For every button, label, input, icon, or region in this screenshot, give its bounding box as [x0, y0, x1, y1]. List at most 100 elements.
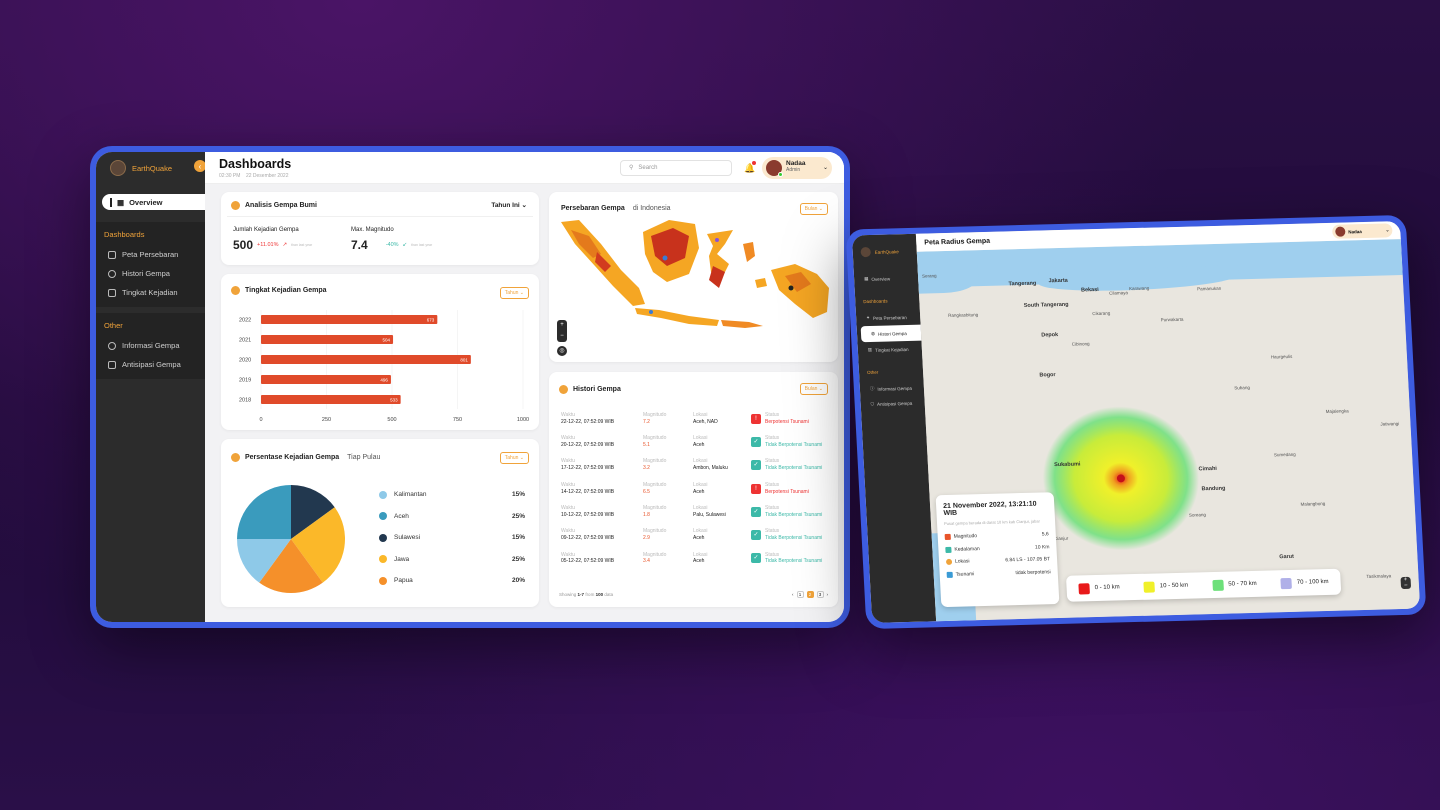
sidebar-item-informasi-gempa[interactable]: ⓘ Informasi Gempa: [859, 380, 924, 398]
status-text: Status Tidak Berpotensi Tsunami: [765, 528, 822, 542]
bar[interactable]: [261, 315, 438, 324]
zoom-in-button[interactable]: +: [557, 320, 567, 331]
table-row[interactable]: Waktu 20-12-22, 07:52:09 WIB Magnitudo 5.1 L…: [561, 430, 831, 453]
zoom-out-button[interactable]: −: [557, 331, 567, 342]
table-row[interactable]: Waktu 09-12-22, 07:52:09 WIB Magnitudo 2.9 L…: [561, 523, 831, 546]
bar[interactable]: [261, 375, 391, 384]
sidebar-item-overview[interactable]: ▦ Overview: [102, 194, 205, 210]
sidebar-item-histori-gempa[interactable]: Histori Gempa: [96, 264, 205, 283]
card-title-text: Persentase Kejadian Gempa: [245, 454, 340, 461]
info-icon: [108, 341, 116, 350]
sidebar: EarthQuake ‹ ▦ Overview Dashboards Peta …: [96, 152, 206, 622]
status-cell: ✓ Status Tidak Berpotensi Tsunami: [751, 528, 822, 542]
city-label: Garut: [1279, 553, 1295, 561]
bar[interactable]: [261, 335, 394, 344]
legend-swatch: [1143, 581, 1156, 593]
table-row[interactable]: Waktu 10-12-22, 07:52:09 WIB Magnitudo 1.8 L…: [561, 500, 831, 523]
sidebar-section-dashboards: Dashboards Peta Persebaran Histori Gempa…: [96, 222, 205, 307]
city-label: Cimahi: [1198, 465, 1218, 473]
legend-label: Sulawesi: [394, 534, 421, 542]
bar[interactable]: [261, 355, 471, 364]
page-button[interactable]: 3: [816, 591, 824, 598]
cell-label: Lokasi: [693, 411, 708, 418]
cell-label: Lokasi: [693, 528, 708, 535]
grid-icon: ▦: [117, 197, 125, 207]
history-card: Histori Gempa Bulan ⌄ Waktu 22-12-22, 07:…: [549, 372, 838, 607]
alert-icon: !: [751, 413, 761, 424]
status-value: Berpotensi Tsunami: [765, 418, 809, 425]
sidebar-item-antisipasi-gempa[interactable]: ⛉ Antisipasi Gempa: [860, 396, 925, 413]
pagination: ‹ 1 2 3 ›: [792, 591, 828, 598]
cell-value: 05-12-22, 07:52:09 WIB: [561, 558, 615, 565]
history-icon: [559, 385, 568, 394]
status-cell: ✓ Status Tidak Berpotensi Tsunami: [751, 435, 822, 449]
sidebar-item-peta-persebaran[interactable]: ✦ Peta Persebaran: [856, 309, 921, 327]
table-row[interactable]: Waktu 17-12-22, 07:52:09 WIB Magnitudo 3.2 L…: [561, 454, 831, 477]
cell-label: Status: [765, 528, 780, 535]
app-logo[interactable]: EarthQuake: [852, 234, 918, 266]
year-filter-dropdown[interactable]: Tahun ⌄: [499, 452, 529, 464]
cell-label: Lokasi: [693, 435, 708, 442]
pie-slice[interactable]: [237, 485, 291, 539]
bar-value-label: 496: [380, 377, 388, 382]
info-description: Pusat gempa berada di darat 10 km kab Ci…: [943, 518, 1041, 527]
sidebar-item-informasi-gempa[interactable]: Informasi Gempa: [96, 336, 205, 355]
zoom-out-button[interactable]: −: [1401, 583, 1411, 589]
analysis-card: Analisis Gempa Bumi Tahun Ini ⌄ Jumlah K…: [221, 192, 539, 265]
period-select[interactable]: Tahun Ini ⌄: [491, 201, 527, 209]
cell-label: Lokasi: [693, 458, 708, 465]
bar-chart-icon: [108, 288, 116, 297]
city-label: Majalengka: [1325, 408, 1349, 415]
user-menu[interactable]: Nadaa ⌄: [1331, 223, 1393, 239]
sidebar-item-label: Tingkat Kejadian: [122, 288, 178, 297]
city-label: Sukabumi: [1053, 461, 1081, 469]
info-value: 5,6: [1041, 531, 1049, 538]
cell-label: Status: [765, 505, 780, 512]
sidebar-item-histori-gempa[interactable]: ◍ Histori Gempa: [860, 324, 922, 343]
city-label: Sumedang: [1273, 451, 1296, 458]
cell-label: Magnitudo: [643, 458, 667, 465]
x-tick-label: 1000: [517, 417, 529, 423]
stat-label: Jumlah Kejadian Gempa: [233, 227, 299, 233]
active-indicator: [110, 197, 112, 207]
sidebar-item-tingkat-kejadian[interactable]: Tingkat Kejadian: [96, 283, 205, 302]
magnitude-cell: Magnitudo 1.8: [643, 505, 693, 519]
table-row[interactable]: Waktu 22-12-22, 07:52:09 WIB Magnitudo 7.2 L…: [561, 407, 831, 430]
sidebar-item-peta-persebaran[interactable]: Peta Persebaran: [96, 245, 205, 264]
city-label: Tangerang: [1008, 280, 1037, 288]
notification-bell-icon[interactable]: 🔔: [744, 160, 756, 173]
user-menu[interactable]: Nadaa Admin ⌄: [762, 156, 832, 179]
chevron-right-icon[interactable]: ›: [827, 592, 829, 597]
sidebar-item-label: Antisipasi Gempa: [876, 400, 913, 407]
page-button[interactable]: 1: [796, 591, 804, 598]
month-filter-dropdown[interactable]: Bulan ⌄: [799, 383, 828, 395]
app-logo[interactable]: EarthQuake: [96, 152, 205, 184]
shield-check-icon: ✓: [751, 506, 761, 517]
java: [635, 308, 763, 328]
status-text: Status Tidak Berpotensi Tsunami: [765, 458, 822, 472]
shield-icon: ⛉: [870, 401, 875, 407]
cell-label: Status: [765, 435, 780, 442]
legend-swatch: [1280, 577, 1293, 589]
sidebar-item-antisipasi-gempa[interactable]: Antisipasi Gempa: [96, 355, 205, 374]
distribution-map-card: Persebaran Gempa di Indonesia Bulan ⌄ + …: [549, 192, 838, 362]
cell-value: 2.9: [643, 535, 650, 542]
search-input[interactable]: ⚲ Search: [620, 159, 732, 176]
bar-value-label: 533: [390, 397, 398, 402]
pagination-summary: Showing 1-7 from 100 data: [559, 592, 613, 597]
page-button[interactable]: 2: [806, 591, 814, 598]
magnitude-stat: Max. Magnitudo 7.4 -40% ↙ than last year: [351, 227, 432, 252]
sidebar-item-overview[interactable]: ▦ Overview: [854, 270, 919, 288]
info-value: 6.84 LS - 107.05 BT: [1005, 556, 1051, 564]
info-datetime: 21 November 2022, 13:21:10 WIB: [942, 500, 1037, 518]
table-row[interactable]: Waktu 05-12-22, 07:52:09 WIB Magnitudo 3.4 L…: [561, 547, 831, 570]
maluku: [743, 242, 767, 288]
status-value: Berpotensi Tsunami: [765, 488, 809, 495]
locate-icon[interactable]: ◎: [557, 346, 567, 356]
table-row[interactable]: Waktu 14-12-22, 07:52:09 WIB Magnitudo 6.5 L…: [561, 477, 831, 500]
sidebar-item-tingkat-kejadian[interactable]: ▥ Tingkat Kejadian: [857, 341, 922, 359]
chevron-left-icon[interactable]: ‹: [792, 592, 794, 597]
radius-map[interactable]: Peta Radius Gempa Nadaa ⌄ Serang Tangera…: [915, 221, 1421, 622]
y-tick-label: 2020: [239, 358, 251, 364]
bar[interactable]: [261, 395, 401, 404]
